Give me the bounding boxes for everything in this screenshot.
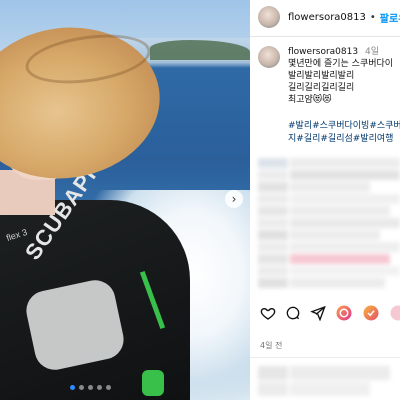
hashtag-line[interactable]: 지#길리#길리섬#발리여행 xyxy=(288,133,400,146)
sticker-icon[interactable] xyxy=(362,304,380,322)
carousel-dot xyxy=(97,385,102,390)
post-date: 4일 전 xyxy=(260,341,283,350)
action-bar xyxy=(260,304,400,322)
send-icon[interactable] xyxy=(310,304,326,322)
caption-line: 길리길리길리길리 xyxy=(288,83,355,93)
caption-line: 최고얌😻😻 xyxy=(288,95,332,105)
caption-time: 4일 xyxy=(364,47,379,57)
post-side-panel: flowersora0813 • 팔로우 flowersora0813 4일 몇… xyxy=(250,0,400,400)
hashtags[interactable]: #발리#스쿠버다이빙#스쿠버 지#길리#길리섬#발리여행 xyxy=(288,120,400,146)
heart-icon[interactable] xyxy=(260,304,276,322)
chevron-right-icon: › xyxy=(231,192,237,206)
carousel-dots xyxy=(70,385,111,390)
blurred-comments xyxy=(258,158,400,290)
carousel-dot xyxy=(88,385,93,390)
hashtag-line[interactable]: #발리#스쿠버다이빙#스쿠버 xyxy=(288,120,400,133)
header-divider xyxy=(250,36,400,37)
bottom-divider xyxy=(250,357,400,358)
blurred-comment-box xyxy=(258,366,400,398)
avatar[interactable] xyxy=(258,6,280,28)
separator-dot: • xyxy=(369,11,376,23)
caption-avatar[interactable] xyxy=(258,46,280,68)
carousel-dot xyxy=(79,385,84,390)
carousel-dot xyxy=(106,385,111,390)
carousel-next-button[interactable]: › xyxy=(225,190,243,208)
caption-username[interactable]: flowersora0813 xyxy=(288,47,358,57)
caption-line: 발리발리발리발리 xyxy=(288,71,355,81)
emoji-reaction-icon[interactable] xyxy=(335,304,353,322)
gif-icon[interactable] xyxy=(389,304,400,322)
post-photo[interactable]: SCUBAPRO flex 3 › xyxy=(0,0,250,400)
follow-button[interactable]: 팔로우 xyxy=(380,10,400,25)
wetsuit-green-patch xyxy=(142,370,164,396)
caption-line: 몇년만에 즐기는 스쿠버다이 xyxy=(288,59,394,69)
username[interactable]: flowersora0813 xyxy=(288,12,366,23)
comment-icon[interactable] xyxy=(285,304,301,322)
post-header: flowersora0813 • 팔로우 xyxy=(258,6,400,28)
carousel-dot xyxy=(70,385,75,390)
caption: flowersora0813 4일 몇년만에 즐기는 스쿠버다이 발리발리발리발… xyxy=(288,46,400,106)
